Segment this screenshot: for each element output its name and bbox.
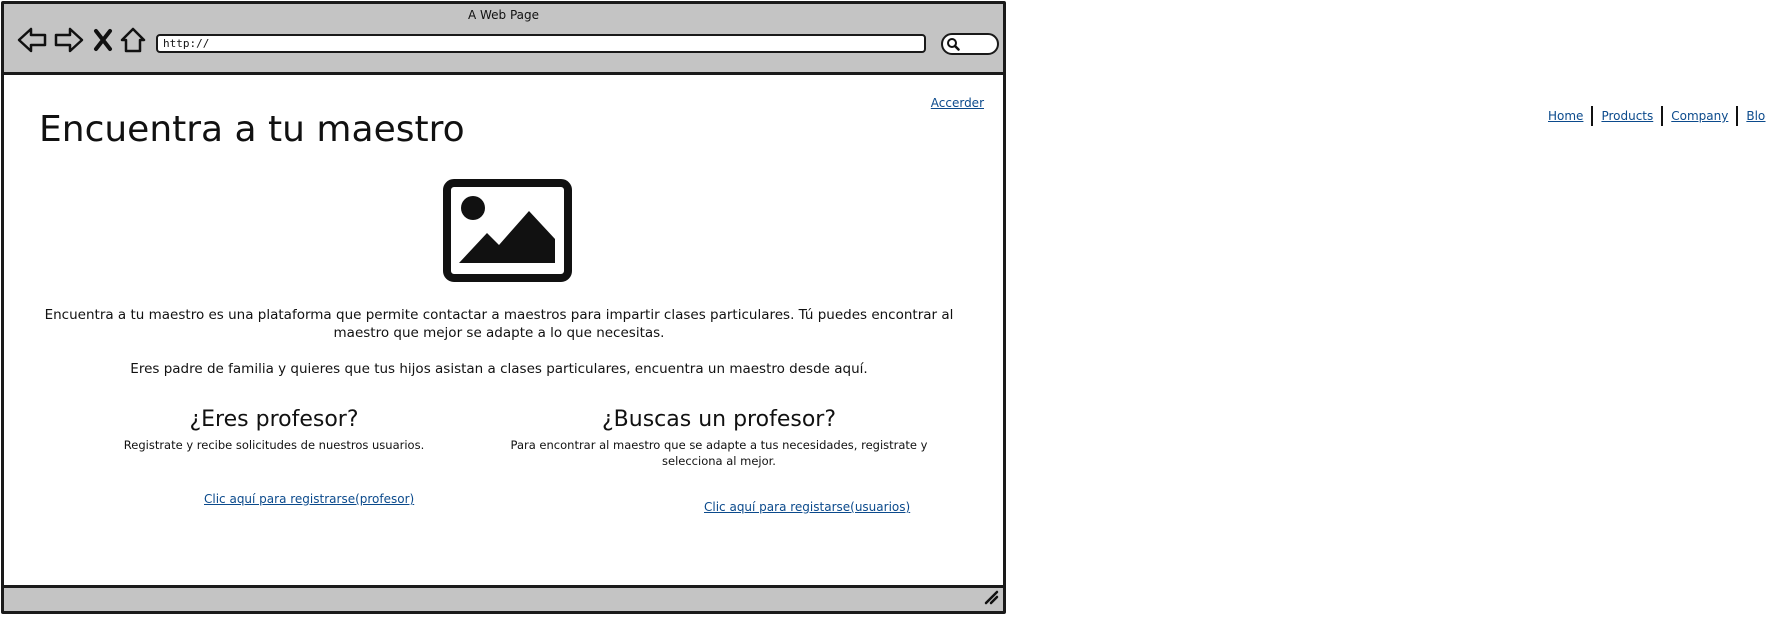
student-section-description: Para encontrar al maestro que se adapte … (510, 438, 928, 468)
intro-paragraph-parents: Eres padre de familia y quieres que tus … (130, 361, 868, 377)
page-content: Accerder Encuentra a tu maestro Encuentr… (4, 75, 1003, 591)
register-teacher-link[interactable]: Clic aquí para registrarse(profesor) (204, 492, 414, 506)
browser-toolbar: A Web Page http:// (4, 4, 1003, 75)
back-arrow-icon[interactable] (17, 26, 47, 54)
image-placeholder-icon (443, 179, 572, 282)
status-bar (4, 585, 1003, 611)
student-section-title: ¿Buscas un profesor? (602, 407, 836, 432)
browser-window: A Web Page http:// Accerder Encuentra a … (1, 1, 1006, 614)
page-title: Encuentra a tu maestro (39, 109, 465, 150)
home-icon[interactable] (119, 26, 147, 54)
login-link[interactable]: Accerder (931, 96, 984, 110)
search-icon (947, 38, 960, 51)
top-nav: Home Products Company Blog (1540, 106, 1766, 126)
nav-link-products[interactable]: Products (1593, 109, 1661, 123)
browser-search-box[interactable] (941, 33, 999, 55)
close-icon[interactable] (93, 26, 113, 54)
forward-arrow-icon[interactable] (54, 26, 84, 54)
nav-link-company[interactable]: Company (1663, 109, 1736, 123)
resize-grip-icon[interactable] (983, 589, 999, 609)
register-user-link[interactable]: Clic aquí para registarse(usuarios) (704, 500, 910, 514)
window-title: A Web Page (467, 8, 540, 22)
teacher-section-title: ¿Eres profesor? (189, 407, 359, 432)
teacher-section-description: Registrate y recibe solicitudes de nuest… (123, 438, 425, 452)
address-bar[interactable]: http:// (156, 34, 926, 53)
intro-paragraph: Encuentra a tu maestro es una plataforma… (44, 307, 954, 341)
nav-link-home[interactable]: Home (1540, 109, 1591, 123)
nav-link-blog[interactable]: Blog (1738, 109, 1766, 123)
